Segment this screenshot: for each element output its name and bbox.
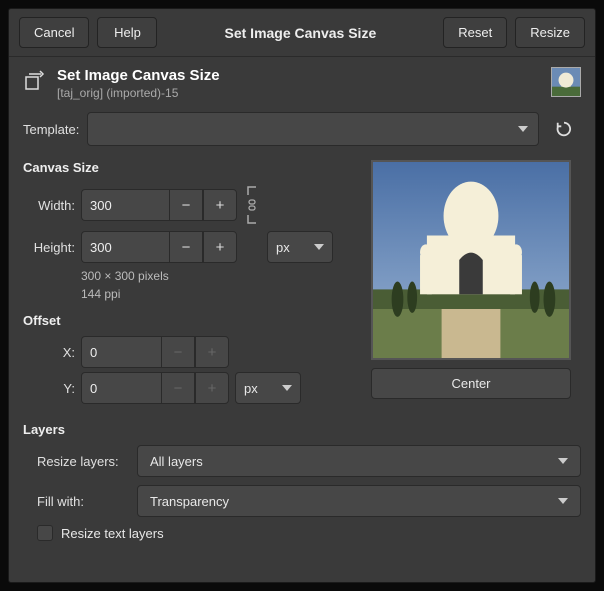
thumbnail [551, 67, 581, 97]
offset-x-label: X: [23, 345, 75, 360]
canvas-size-dialog: Cancel Help Set Image Canvas Size Reset … [8, 8, 596, 583]
help-button[interactable]: Help [97, 17, 157, 48]
template-label: Template: [23, 122, 79, 137]
canvas-unit-combo[interactable]: px [267, 231, 333, 263]
offset-unit-combo[interactable]: px [235, 372, 301, 404]
offset-unit-value: px [244, 381, 258, 396]
chain-link-icon [245, 198, 259, 212]
pixel-dimensions: 300 × 300 pixels [81, 267, 351, 285]
fill-with-combo[interactable]: Transparency [137, 485, 581, 517]
chevron-down-icon [282, 385, 292, 391]
height-decrement[interactable]: − [169, 231, 203, 263]
chevron-down-icon [518, 126, 528, 132]
center-button[interactable]: Center [371, 368, 571, 399]
chevron-down-icon [558, 498, 568, 504]
canvas-size-heading: Canvas Size [23, 160, 351, 175]
resize-text-checkbox[interactable] [37, 525, 53, 541]
resize-layers-value: All layers [150, 454, 203, 469]
titlebar: Cancel Help Set Image Canvas Size Reset … [9, 9, 595, 57]
offset-heading: Offset [23, 313, 351, 328]
resize-text-label: Resize text layers [61, 526, 164, 541]
height-increment[interactable]: + [203, 231, 237, 263]
canvas-unit-value: px [276, 240, 290, 255]
template-combo[interactable] [87, 112, 539, 146]
resize-button[interactable]: Resize [515, 17, 585, 48]
cancel-button[interactable]: Cancel [19, 17, 89, 48]
dialog-title: Set Image Canvas Size [165, 25, 435, 41]
chain-top-icon [246, 185, 258, 195]
header-title: Set Image Canvas Size [57, 67, 220, 84]
chain-bottom-icon [246, 215, 258, 225]
resize-layers-label: Resize layers: [37, 454, 127, 469]
offset-y-decrement[interactable]: − [161, 372, 195, 404]
offset-y-input[interactable] [81, 372, 161, 404]
template-reset-button[interactable] [547, 112, 581, 146]
preview-canvas[interactable] [371, 160, 571, 360]
offset-y-label: Y: [23, 381, 75, 396]
fill-with-value: Transparency [150, 494, 229, 509]
header-subtitle: [taj_orig] (imported)-15 [57, 86, 220, 100]
refresh-icon [555, 120, 573, 138]
canvas-resize-icon [23, 69, 47, 93]
offset-x-input[interactable] [81, 336, 161, 368]
ppi-value: 144 ppi [81, 285, 351, 303]
height-input[interactable] [81, 231, 169, 263]
width-increment[interactable]: + [203, 189, 237, 221]
width-decrement[interactable]: − [169, 189, 203, 221]
offset-y-increment[interactable]: + [195, 372, 229, 404]
width-label: Width: [23, 198, 75, 213]
offset-x-increment[interactable]: + [195, 336, 229, 368]
fill-with-label: Fill with: [37, 494, 127, 509]
offset-x-decrement[interactable]: − [161, 336, 195, 368]
chevron-down-icon [314, 244, 324, 250]
width-input[interactable] [81, 189, 169, 221]
resize-layers-combo[interactable]: All layers [137, 445, 581, 477]
layers-heading: Layers [23, 422, 581, 437]
height-label: Height: [23, 240, 75, 255]
link-toggle[interactable] [243, 183, 261, 227]
reset-button[interactable]: Reset [443, 17, 507, 48]
chevron-down-icon [558, 458, 568, 464]
